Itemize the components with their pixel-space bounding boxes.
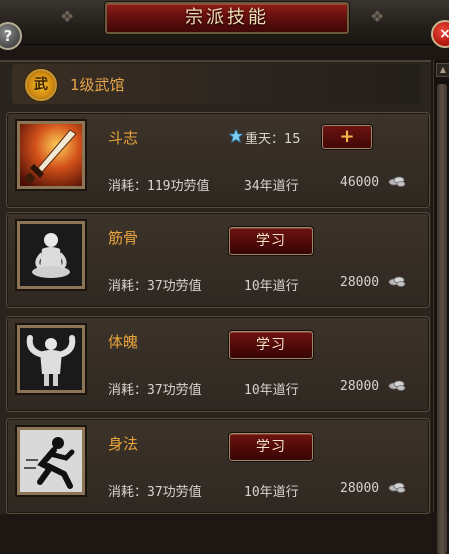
cost-years: 10年道行 — [244, 485, 299, 500]
skill-card-tipo: 体魄 学习 消耗：37功劳值 10年道行 28000 — [6, 316, 430, 412]
hall-title: 1级武馆 — [70, 76, 125, 94]
cost-merit: 消耗：119功劳值 — [108, 179, 210, 194]
cost-years: 10年道行 — [244, 383, 299, 398]
skill-name: 筋骨 — [108, 229, 139, 247]
scrollbar[interactable]: ▲ — [433, 60, 449, 554]
silver-coin-icon — [388, 176, 406, 187]
help-button[interactable]: ? — [0, 22, 22, 50]
cost-money: 28000 — [340, 275, 380, 290]
cost-years: 10年道行 — [244, 279, 299, 294]
ornament-left-icon: ❖ — [60, 7, 75, 26]
learn-button[interactable]: 学习 — [229, 433, 313, 461]
cost-money: 28000 — [340, 379, 380, 394]
skill-card-jingu: 筋骨 学习 消耗：37功劳值 10年道行 28000 — [6, 212, 430, 308]
upgrade-button[interactable]: + — [322, 125, 372, 149]
cost-years: 34年道行 — [244, 179, 299, 194]
hall-emblem-icon: 武 — [25, 69, 57, 101]
scroll-up-icon[interactable]: ▲ — [436, 63, 449, 77]
silver-coin-icon — [388, 482, 406, 493]
running-figure-icon — [17, 427, 85, 495]
scroll-thumb[interactable] — [437, 84, 447, 554]
cost-money: 46000 — [340, 175, 380, 190]
skill-name: 体魄 — [108, 333, 139, 351]
cost-merit: 消耗：37功劳值 — [108, 485, 202, 500]
skill-name: 身法 — [108, 435, 139, 453]
ornament-right-icon: ❖ — [370, 7, 385, 26]
skill-level: 重天：15 — [245, 132, 301, 147]
skill-card-douzhi: 斗志 重天：15 + 消耗：119功劳值 34年道行 46000 — [6, 112, 430, 208]
silver-coin-icon — [388, 380, 406, 391]
window-title: 宗派技能 — [105, 2, 349, 34]
skill-card-shenfa: 身法 学习 消耗：37功劳值 10年道行 28000 — [6, 418, 430, 514]
cost-merit: 消耗：37功劳值 — [108, 383, 202, 398]
silver-coin-icon — [388, 276, 406, 287]
flaming-sword-icon — [17, 121, 85, 189]
skill-name: 斗志 — [108, 129, 139, 147]
cost-money: 28000 — [340, 481, 380, 496]
title-bar: ❖ 宗派技能 ❖ — [0, 0, 449, 45]
star-icon — [229, 129, 243, 143]
meditating-figure-icon — [17, 221, 85, 289]
cost-merit: 消耗：37功劳值 — [108, 279, 202, 294]
muscular-figure-icon — [17, 325, 85, 393]
learn-button[interactable]: 学习 — [229, 227, 313, 255]
hall-header: 武 1级武馆 — [12, 64, 420, 104]
learn-button[interactable]: 学习 — [229, 331, 313, 359]
